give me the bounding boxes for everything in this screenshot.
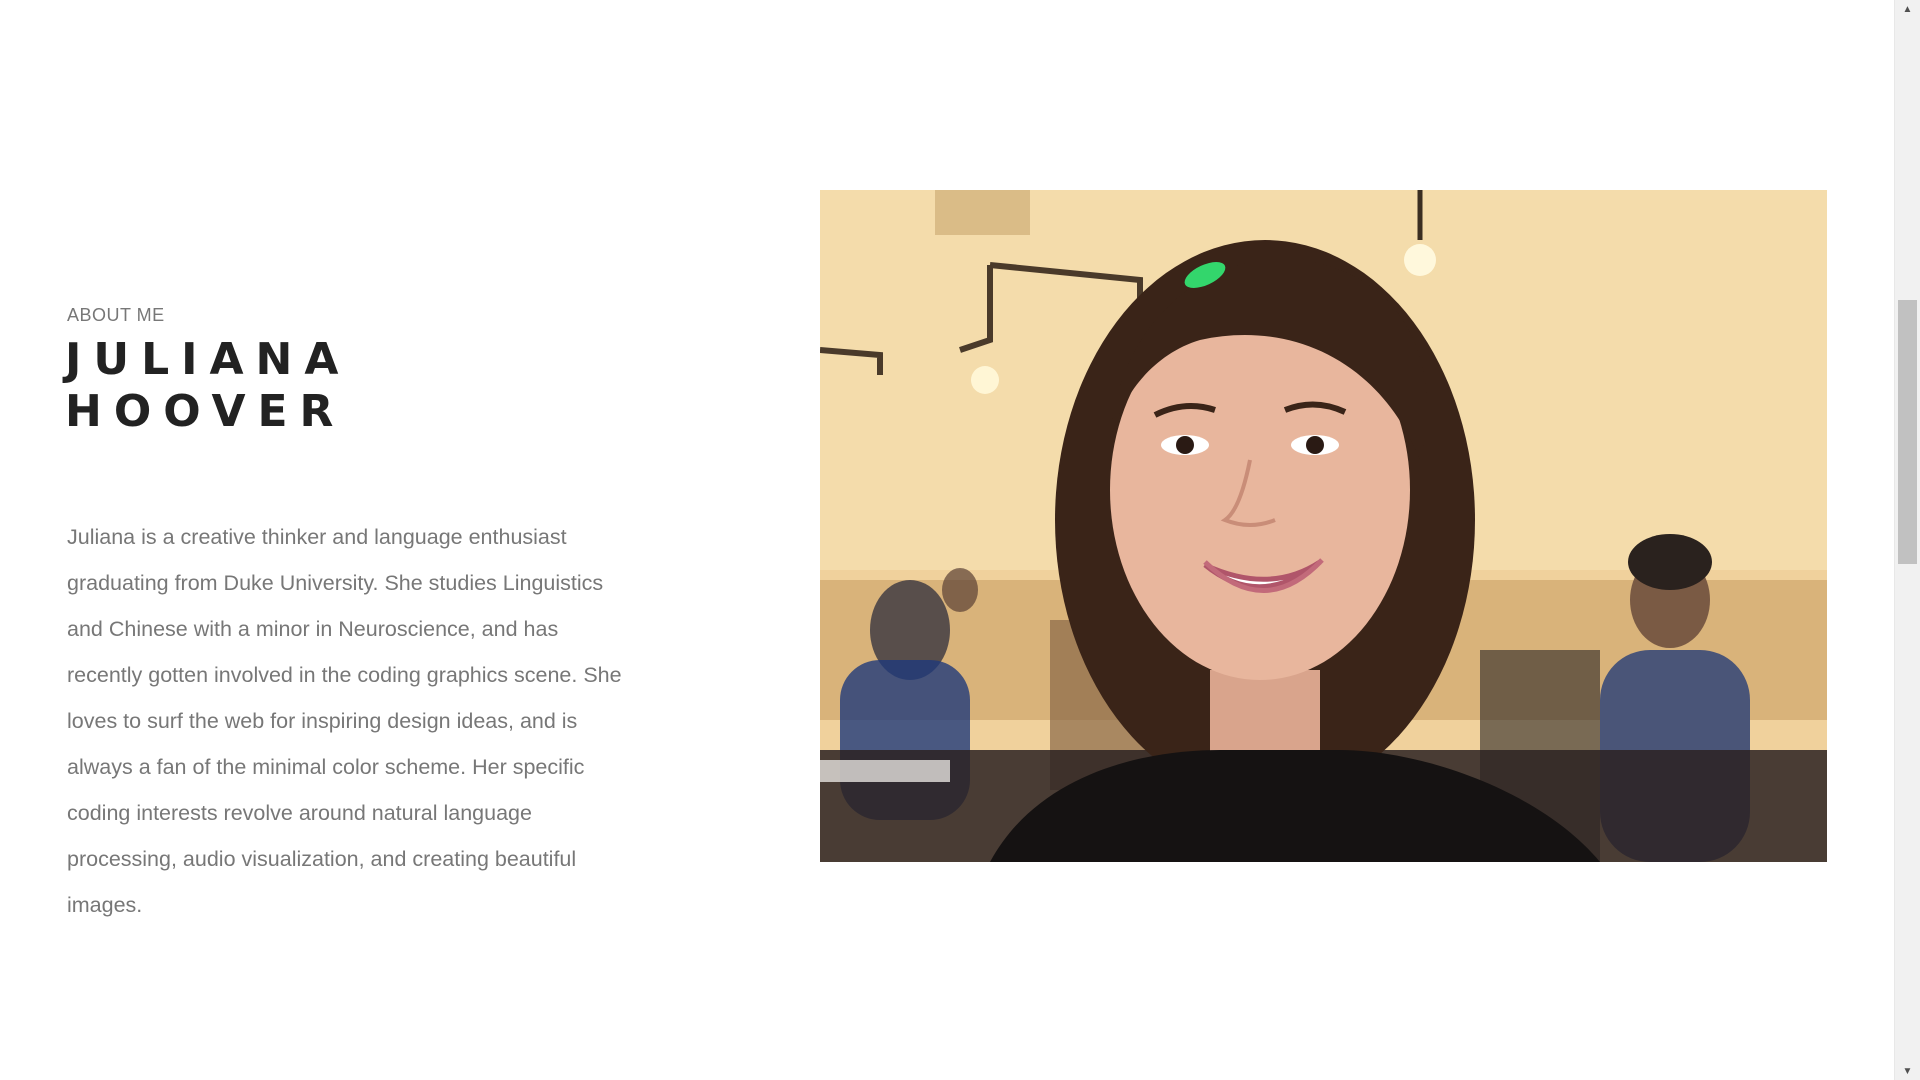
about-page: ABOUT ME JULIANA HOOVER Juliana is a cre… bbox=[0, 0, 1920, 1080]
bio-paragraph: Juliana is a creative thinker and langua… bbox=[67, 525, 622, 917]
portrait-photo bbox=[820, 190, 1827, 862]
scroll-down-arrow-icon[interactable]: ▼ bbox=[1895, 1062, 1920, 1080]
scrollbar-thumb[interactable] bbox=[1898, 300, 1917, 564]
vertical-scrollbar[interactable]: ▲ ▼ bbox=[1894, 0, 1920, 1080]
about-section: ABOUT ME JULIANA HOOVER Juliana is a cre… bbox=[65, 300, 627, 928]
page-title: JULIANA HOOVER bbox=[65, 334, 351, 437]
scroll-up-arrow-icon[interactable]: ▲ bbox=[1895, 0, 1920, 18]
section-eyebrow: ABOUT ME bbox=[67, 305, 165, 325]
